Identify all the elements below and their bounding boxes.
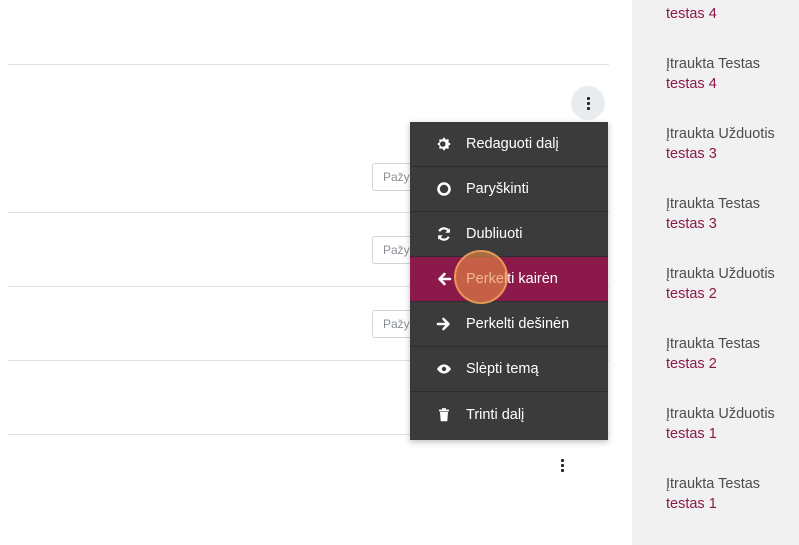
- activity-item: Įtraukta Užduotis testas 2: [666, 264, 775, 304]
- menu-item-duplicate[interactable]: Dubliuoti: [410, 212, 608, 257]
- menu-item-label: Trinti dalį: [466, 406, 525, 423]
- activity-name-link[interactable]: testas 3: [666, 214, 760, 234]
- eye-icon: [436, 361, 452, 377]
- menu-item-label: Perkelti dešinėn: [466, 316, 570, 332]
- activity-item: Įtraukta Testas testas 4: [666, 54, 760, 94]
- activity-name-link[interactable]: testas 1: [666, 494, 760, 514]
- activity-type: Įtraukta Užduotis: [666, 126, 775, 142]
- trash-icon: [436, 407, 452, 423]
- menu-item-label: Redaguoti dalį: [466, 136, 559, 152]
- activity-type: Įtraukta Užduotis: [666, 406, 775, 422]
- activity-type: Įtraukta Testas: [666, 336, 761, 352]
- activity-type: Įtraukta Testas: [666, 476, 761, 492]
- activity-item: Įtraukta Užduotis testas 1: [666, 404, 775, 444]
- activity-item: testas 4: [666, 4, 717, 24]
- activity-name-link[interactable]: testas 2: [666, 354, 760, 374]
- menu-item-move-left[interactable]: Perkelti kairėn: [410, 257, 608, 302]
- mark-complete-input[interactable]: Pažymėti: [372, 163, 412, 191]
- activity-item: Įtraukta Testas testas 2: [666, 334, 760, 374]
- arrow-right-icon: [436, 316, 452, 332]
- activity-name-link[interactable]: testas 3: [666, 144, 775, 164]
- section-divider: [8, 64, 609, 65]
- mark-complete-input[interactable]: Pažymėti: [372, 310, 412, 338]
- activity-item: Įtraukta Testas testas 3: [666, 194, 760, 234]
- menu-item-delete-section[interactable]: Trinti dalį: [410, 392, 608, 437]
- menu-item-hide-topic[interactable]: Slėpti temą: [410, 347, 608, 392]
- menu-item-label: Dubliuoti: [466, 226, 523, 242]
- section-menu-button[interactable]: [545, 448, 579, 482]
- activity-name-link[interactable]: testas 1: [666, 424, 775, 444]
- arrow-left-icon: [436, 271, 452, 287]
- menu-item-move-right[interactable]: Perkelti dešinėn: [410, 302, 608, 347]
- activity-type: Įtraukta Testas: [666, 196, 761, 212]
- activity-name-link[interactable]: testas 2: [666, 284, 775, 304]
- activity-item: Įtraukta Užduotis testas 3: [666, 124, 775, 164]
- menu-item-label: Perkelti kairėn: [466, 271, 558, 287]
- activity-type: Įtraukta Testas: [666, 56, 761, 72]
- circle-outline-icon: [436, 181, 452, 197]
- menu-item-label: Slėpti temą: [466, 361, 539, 377]
- gear-icon: [436, 136, 452, 152]
- activity-item: Įtraukta Testas testas 1: [666, 474, 760, 514]
- section-context-menu: Redaguoti dalį Paryškinti Dubliuoti Perk…: [410, 122, 608, 440]
- kebab-icon: [586, 96, 590, 110]
- menu-item-edit-section[interactable]: Redaguoti dalį: [410, 122, 608, 167]
- sync-icon: [436, 226, 452, 242]
- activity-name-link[interactable]: testas 4: [666, 74, 760, 94]
- activity-name-link[interactable]: testas 4: [666, 4, 717, 24]
- menu-item-label: Paryškinti: [466, 181, 529, 197]
- mark-complete-input[interactable]: Pažymėti: [372, 236, 412, 264]
- menu-item-highlight[interactable]: Paryškinti: [410, 167, 608, 212]
- kebab-icon: [560, 458, 564, 472]
- section-menu-button[interactable]: [571, 86, 605, 120]
- activity-type: Įtraukta Užduotis: [666, 266, 775, 282]
